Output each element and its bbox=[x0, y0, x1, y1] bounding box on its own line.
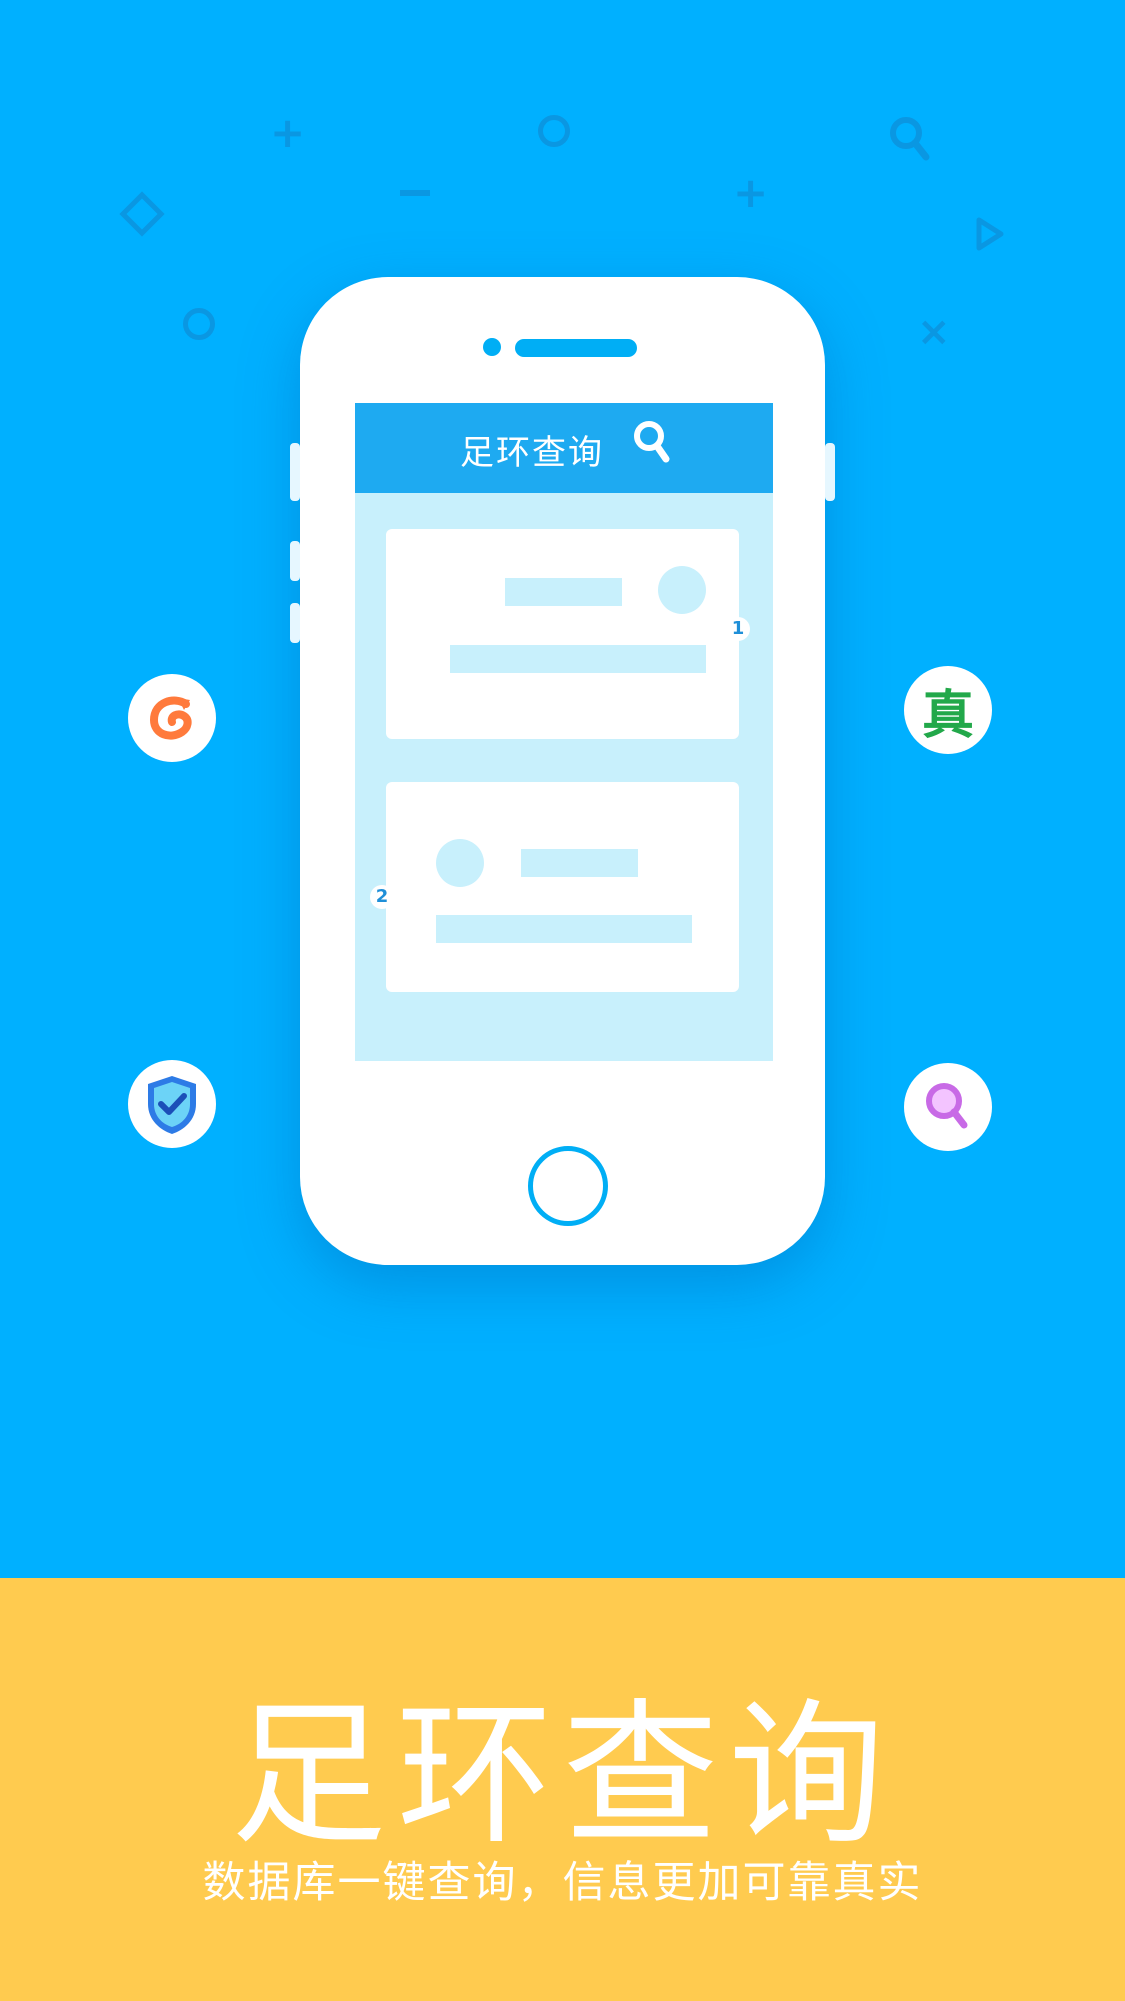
search-icon bbox=[632, 419, 672, 475]
phone-side-button bbox=[290, 541, 300, 581]
home-button bbox=[528, 1146, 608, 1226]
phone-mockup: 足环查询 1 2 bbox=[290, 277, 835, 1265]
screen-title: 足环查询 bbox=[460, 433, 604, 473]
result-card: 1 bbox=[386, 529, 750, 739]
phone-screen: 足环查询 1 2 bbox=[355, 403, 773, 1061]
search-deco-icon bbox=[888, 115, 934, 168]
phone-camera bbox=[483, 338, 501, 356]
placeholder-line bbox=[505, 578, 622, 606]
placeholder-avatar bbox=[658, 566, 706, 614]
zhen-character-icon: 真 bbox=[904, 666, 992, 754]
triangle-play-icon bbox=[975, 216, 1005, 255]
circle-icon bbox=[183, 308, 215, 340]
placeholder-line bbox=[436, 915, 692, 943]
circle-icon bbox=[538, 115, 570, 147]
phone-speaker bbox=[515, 339, 637, 357]
card-marker: 2 bbox=[370, 885, 394, 909]
placeholder-avatar bbox=[436, 839, 484, 887]
shield-check-icon bbox=[128, 1060, 216, 1148]
placeholder-line bbox=[521, 849, 638, 877]
magnifier-icon bbox=[904, 1063, 992, 1151]
result-card: 2 bbox=[370, 782, 739, 992]
placeholder-line bbox=[450, 645, 706, 673]
screen-header: 足环查询 bbox=[355, 403, 773, 493]
plus-icon: + bbox=[733, 168, 769, 217]
phone-side-button bbox=[290, 443, 300, 501]
banner-title: 足环查询 bbox=[230, 1684, 895, 1866]
plus-icon: + bbox=[270, 108, 306, 157]
times-icon: × bbox=[917, 309, 951, 355]
phone-side-button bbox=[290, 603, 300, 643]
minus-icon bbox=[400, 190, 430, 196]
dragon-logo-icon bbox=[128, 674, 216, 762]
zhen-character: 真 bbox=[921, 684, 974, 746]
phone-side-button bbox=[825, 443, 835, 501]
card-marker: 1 bbox=[726, 617, 750, 641]
diamond-icon bbox=[119, 191, 165, 237]
banner-subtitle: 数据库一键查询，信息更加可靠真实 bbox=[202, 1858, 923, 1908]
